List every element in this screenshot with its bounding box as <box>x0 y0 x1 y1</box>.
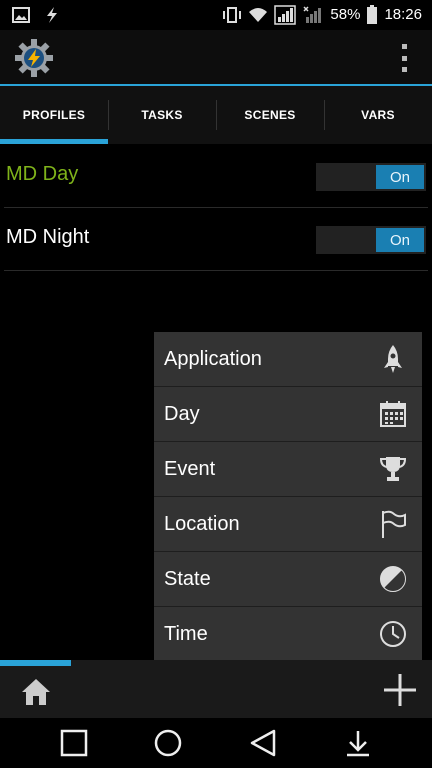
profile-name: MD Day <box>6 163 79 185</box>
battery-icon <box>367 5 378 24</box>
profile-name: MD Night <box>6 226 90 248</box>
tasker-gear-bolt-icon[interactable] <box>14 38 54 78</box>
image-icon <box>12 7 30 23</box>
menu-item-state[interactable]: State <box>154 552 422 607</box>
trophy-icon <box>379 457 407 481</box>
menu-item-label: Location <box>164 512 240 535</box>
tab-scenes[interactable]: SCENES <box>216 86 324 144</box>
menu-item-event[interactable]: Event <box>154 442 422 497</box>
home-circle-icon[interactable] <box>153 728 183 758</box>
notification-pull-icon[interactable] <box>343 728 373 758</box>
profile-toggle[interactable]: On <box>316 226 426 254</box>
back-triangle-icon[interactable] <box>248 728 278 758</box>
profile-toggle[interactable]: On <box>316 163 426 191</box>
toggle-knob: On <box>376 228 424 252</box>
navigation-bar <box>0 718 432 768</box>
bottom-bar <box>0 666 432 718</box>
bolt-icon <box>47 7 57 23</box>
context-type-menu: Application Day Event Location State Tim… <box>154 332 422 660</box>
half-circle-icon <box>380 566 406 592</box>
menu-item-label: Time <box>164 623 208 645</box>
tab-tasks[interactable]: TASKS <box>108 86 216 144</box>
recent-apps-icon[interactable] <box>59 728 89 758</box>
calendar-icon <box>380 401 406 427</box>
menu-item-application[interactable]: Application <box>154 332 422 387</box>
row-divider <box>4 270 428 271</box>
tab-label: VARS <box>361 108 395 122</box>
tab-label: SCENES <box>244 108 296 122</box>
status-bar: 58% 18:26 <box>0 0 432 30</box>
flag-icon <box>382 510 406 538</box>
signal-x-icon <box>303 6 322 23</box>
clock-time: 18:26 <box>384 6 422 23</box>
rocket-icon <box>384 345 402 373</box>
tab-label: PROFILES <box>22 108 86 122</box>
tab-bar: PROFILES TASKS SCENES VARS <box>0 86 432 144</box>
tab-profiles[interactable]: PROFILES <box>0 86 108 144</box>
tab-vars[interactable]: VARS <box>324 86 432 144</box>
menu-item-label: Event <box>164 457 216 480</box>
profile-row-md-night[interactable]: MD Night On <box>0 208 432 271</box>
signal-r-icon <box>274 5 297 25</box>
toggle-knob: On <box>376 165 424 189</box>
wifi-icon <box>249 8 268 22</box>
menu-item-label: Day <box>164 402 200 425</box>
menu-item-label: State <box>164 567 211 590</box>
menu-item-label: Application <box>164 347 262 370</box>
menu-item-day[interactable]: Day <box>154 387 422 442</box>
app-bar <box>0 30 432 86</box>
menu-item-time[interactable]: Time <box>154 607 422 662</box>
overflow-menu-icon[interactable] <box>400 44 408 72</box>
profile-row-md-day[interactable]: MD Day On <box>0 145 432 208</box>
menu-item-location[interactable]: Location <box>154 497 422 552</box>
plus-icon[interactable] <box>382 672 418 708</box>
vibrate-icon <box>223 7 242 23</box>
battery-percent: 58% <box>330 6 361 23</box>
clock-icon <box>380 621 406 647</box>
tab-label: TASKS <box>141 108 183 122</box>
home-icon[interactable] <box>20 676 52 708</box>
